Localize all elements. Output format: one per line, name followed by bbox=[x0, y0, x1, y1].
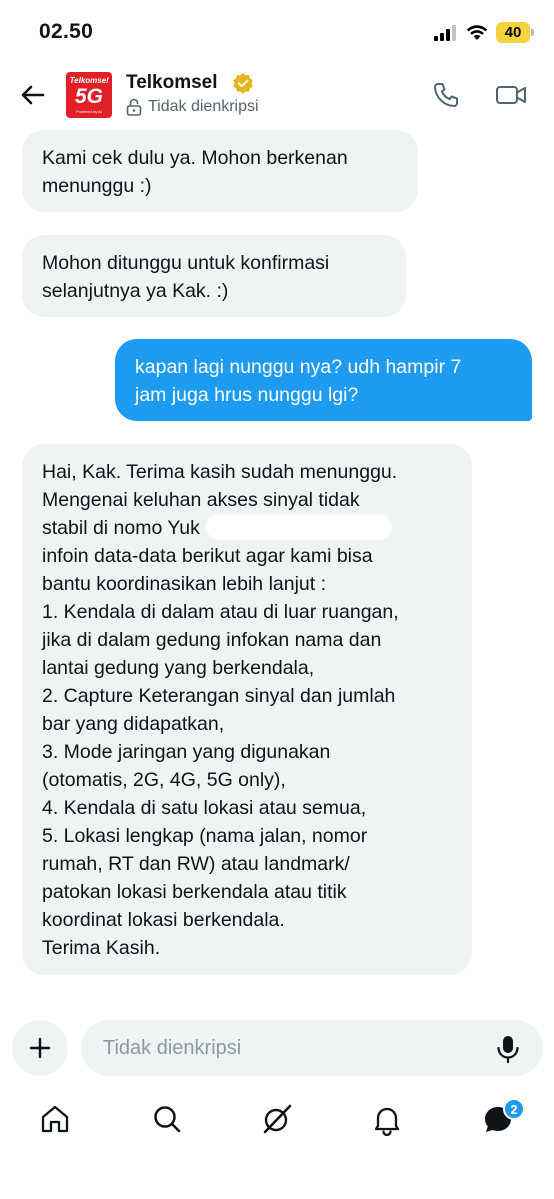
message-line: 5. Lokasi lengkap (nama jalan, nomor bbox=[42, 825, 368, 847]
message-line: 1. Kendala di dalam atau di luar ruangan… bbox=[42, 601, 399, 623]
message-line: 4. Kendala di satu lokasi atau semua, bbox=[42, 797, 367, 819]
avatar-5g-text: 5G bbox=[74, 85, 103, 108]
back-arrow-icon[interactable] bbox=[18, 80, 48, 110]
message-line: bar yang didapatkan, bbox=[42, 713, 225, 735]
search-icon[interactable] bbox=[150, 1102, 184, 1136]
message-line: Mohon ditunggu untuk konfirmasi bbox=[42, 252, 330, 274]
redacted-phone-number bbox=[206, 514, 392, 540]
video-call-icon[interactable] bbox=[495, 80, 527, 110]
avatar-sub-text: Powered by AI bbox=[76, 109, 102, 114]
message-line: Kami cek dulu ya. Mohon berkenan bbox=[42, 147, 348, 169]
message-line: Terima Kasih. bbox=[42, 937, 161, 959]
status-time: 02.50 bbox=[39, 20, 94, 43]
message-line: Mengenai keluhan akses sinyal tidak bbox=[42, 489, 360, 511]
message-line: 2. Capture Keterangan sinyal dan jumlah bbox=[42, 685, 396, 707]
message-line: kapan lagi nunggu nya? udh hampir 7 bbox=[135, 356, 462, 378]
encryption-label: Tidak dienkripsi bbox=[148, 98, 259, 115]
message-line: patokan lokasi berkendala atau titik bbox=[42, 881, 347, 903]
message-line: rumah, RT dan RW) atau landmark/ bbox=[42, 853, 350, 875]
message-line: selanjutnya ya Kak. :) bbox=[42, 280, 229, 302]
home-icon[interactable] bbox=[38, 1102, 72, 1136]
notifications-icon[interactable] bbox=[370, 1102, 404, 1136]
microphone-icon[interactable] bbox=[495, 1034, 521, 1064]
status-bar: 02.50 40 bbox=[0, 0, 554, 64]
add-attachment-button[interactable] bbox=[12, 1020, 68, 1076]
message-composer bbox=[0, 1018, 554, 1078]
messages-unread-badge: 2 bbox=[503, 1098, 525, 1120]
bottom-navigation bbox=[0, 1090, 554, 1154]
unlocked-padlock-icon bbox=[126, 98, 142, 116]
message-line: menunggu :) bbox=[42, 175, 152, 197]
message-bubble-incoming[interactable]: Hai, Kak. Terima kasih sudah menunggu. M… bbox=[22, 444, 472, 975]
avatar[interactable]: Telkomsel 5G Powered by AI bbox=[66, 72, 112, 118]
verified-badge-icon bbox=[233, 73, 253, 94]
message-bubble-incoming[interactable]: Kami cek dulu ya. Mohon berkenan menungg… bbox=[22, 130, 418, 212]
plus-icon bbox=[29, 1037, 51, 1059]
chat-header: Telkomsel 5G Powered by AI Telkomsel Tid… bbox=[0, 64, 554, 128]
contact-name[interactable]: Telkomsel bbox=[126, 72, 218, 94]
message-bubble-outgoing[interactable]: kapan lagi nunggu nya? udh hampir 7 jam … bbox=[115, 339, 532, 421]
phone-call-icon[interactable] bbox=[431, 80, 461, 110]
message-line: Hai, Kak. Terima kasih sudah menunggu. bbox=[42, 461, 398, 483]
wifi-icon bbox=[466, 24, 488, 40]
message-line: jam juga hrus nunggu lgi? bbox=[135, 384, 359, 406]
message-line: infoin data-data berikut agar kami bisa bbox=[42, 545, 373, 567]
encryption-status: Tidak dienkripsi bbox=[126, 98, 259, 116]
message-line: (otomatis, 2G, 4G, 5G only), bbox=[42, 769, 286, 791]
message-line: lantai gedung yang berkendala, bbox=[42, 657, 315, 679]
avatar-brand-text: Telkomsel bbox=[69, 76, 109, 85]
message-line: jika di dalam gedung infokan nama dan bbox=[42, 629, 382, 651]
status-icons: 40 bbox=[434, 22, 534, 43]
message-line: koordinat lokasi berkendala. bbox=[42, 909, 285, 931]
home-indicator-area bbox=[0, 1160, 554, 1199]
message-line: 3. Mode jaringan yang digunakan bbox=[42, 741, 331, 763]
cellular-signal-icon bbox=[434, 24, 456, 41]
message-line: bantu koordinasikan lebih lanjut : bbox=[42, 573, 327, 595]
grok-icon[interactable] bbox=[260, 1102, 294, 1136]
message-bubble-incoming[interactable]: Mohon ditunggu untuk konfirmasi selanjut… bbox=[22, 235, 406, 317]
battery-indicator: 40 bbox=[496, 22, 534, 43]
message-input[interactable] bbox=[81, 1020, 543, 1076]
